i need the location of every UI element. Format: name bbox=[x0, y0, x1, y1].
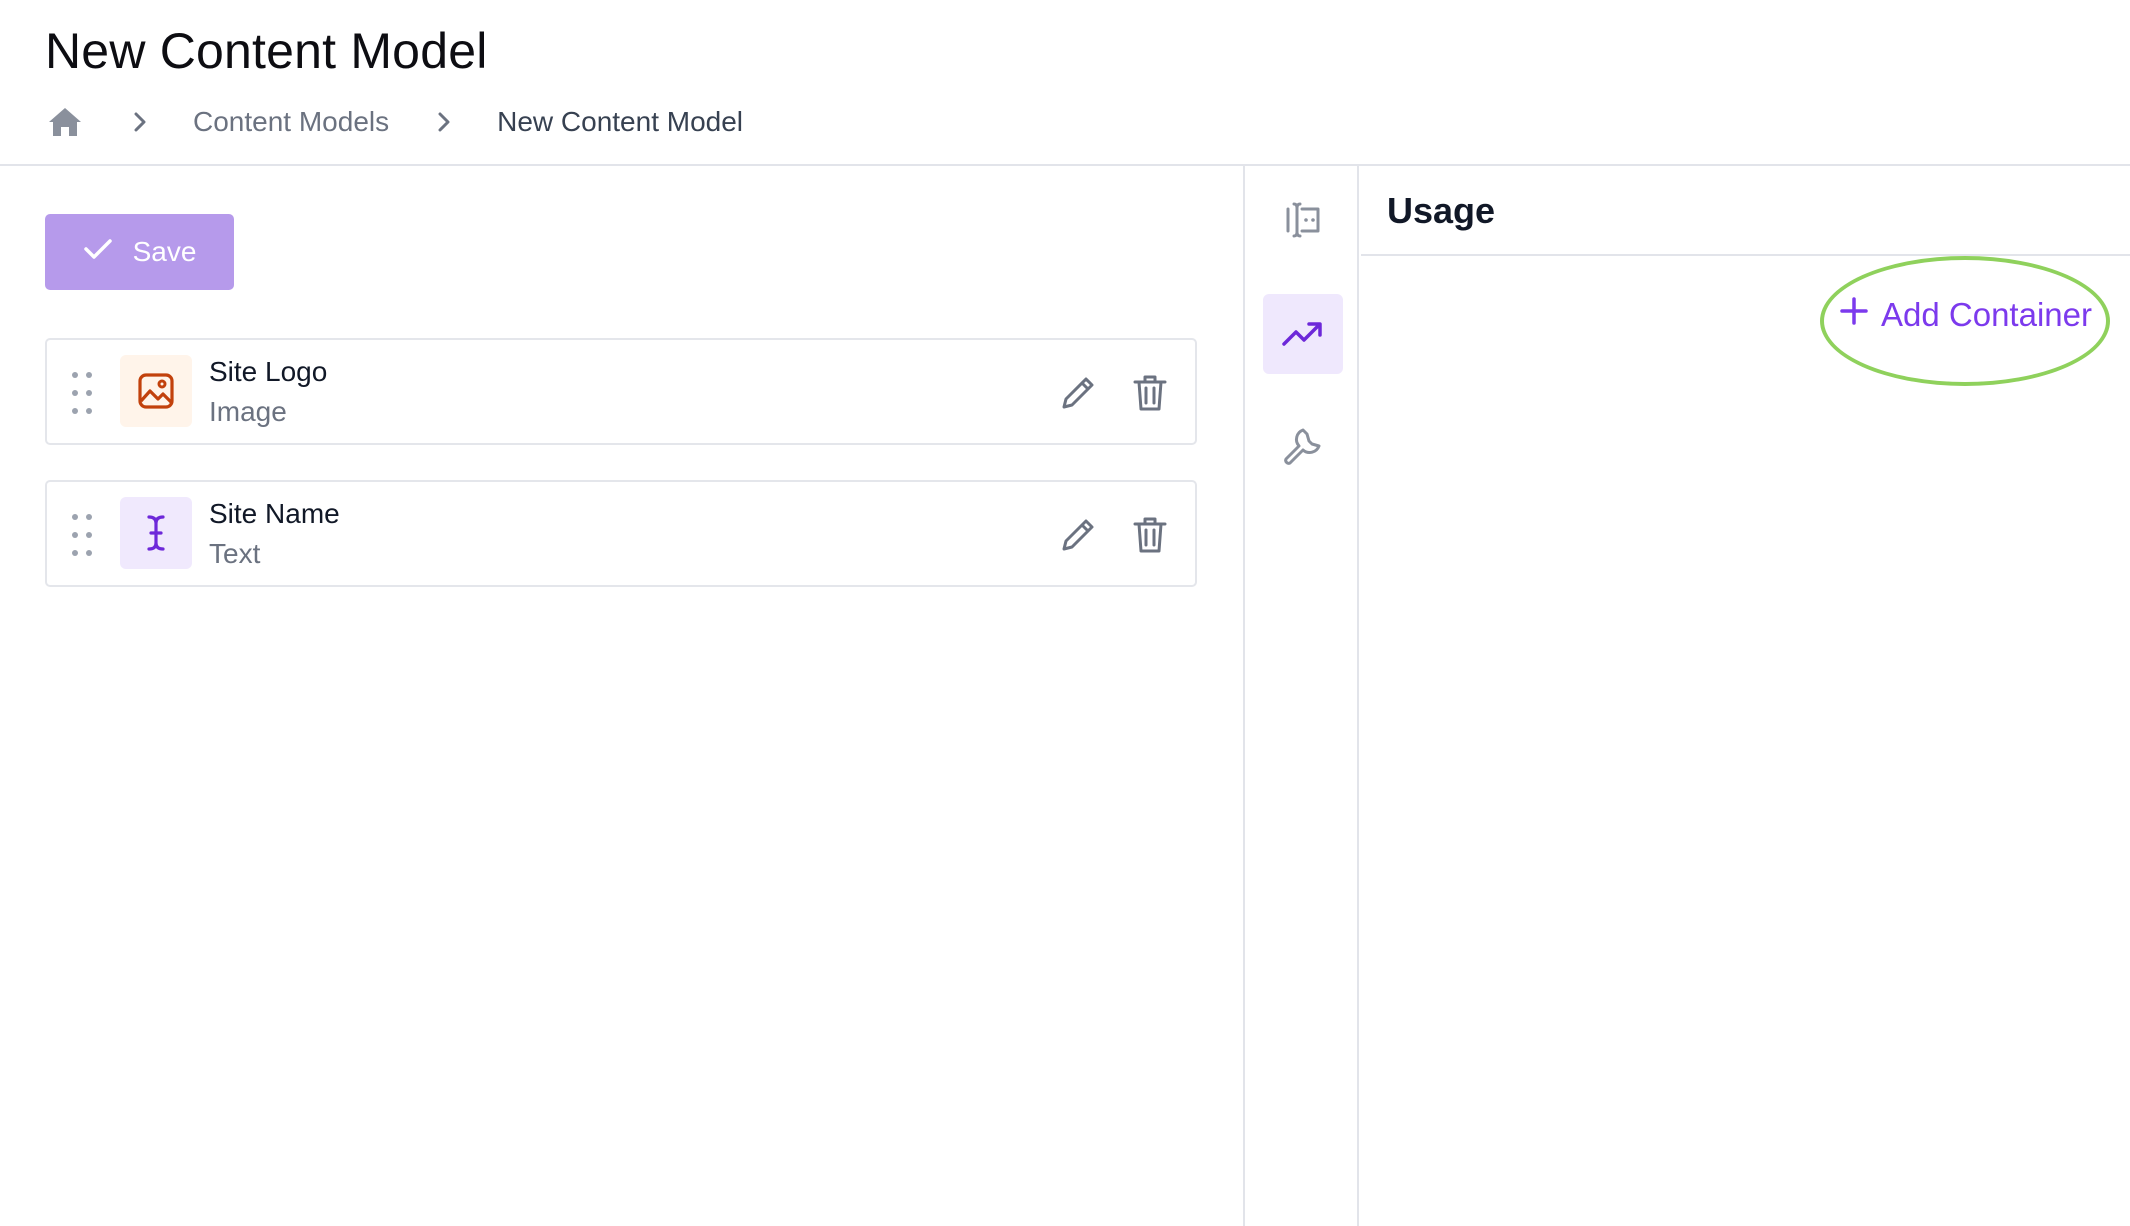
field-name: Site Logo bbox=[209, 356, 328, 387]
chevron-right-icon bbox=[429, 107, 459, 137]
pencil-icon[interactable] bbox=[1058, 373, 1098, 413]
check-icon bbox=[83, 236, 113, 268]
pencil-icon[interactable] bbox=[1058, 515, 1098, 555]
field-type: Text bbox=[209, 538, 261, 569]
text-cursor-icon bbox=[120, 497, 192, 569]
panel-title: Usage bbox=[1387, 190, 1496, 231]
chevron-right-icon bbox=[125, 107, 155, 137]
field-row-site-logo: Site Logo Image bbox=[45, 338, 1197, 445]
wrench-icon[interactable] bbox=[1263, 406, 1343, 486]
breadcrumb-item-content-models[interactable]: Content Models bbox=[193, 106, 389, 138]
page-header: New Content Model Content Models New Con… bbox=[0, 0, 2130, 166]
breadcrumb: Content Models New Content Model bbox=[45, 100, 743, 144]
usage-panel: Usage Add Container bbox=[1361, 166, 2130, 1226]
add-container-button[interactable]: Add Container bbox=[1839, 290, 2092, 340]
save-button[interactable]: Save bbox=[45, 214, 234, 290]
save-button-label: Save bbox=[132, 236, 197, 267]
drag-handle-icon[interactable] bbox=[71, 370, 93, 416]
fields-pane: Save Site Logo Image Site Name Text bbox=[0, 166, 1245, 1226]
trash-icon[interactable] bbox=[1132, 515, 1168, 555]
image-icon bbox=[120, 355, 192, 427]
field-name: Site Name bbox=[209, 498, 340, 529]
trash-icon[interactable] bbox=[1132, 373, 1168, 413]
breadcrumb-item-current: New Content Model bbox=[497, 106, 744, 137]
home-icon[interactable] bbox=[45, 102, 85, 142]
panel-header: Usage bbox=[1361, 166, 2130, 256]
field-type: Image bbox=[209, 396, 287, 427]
drag-handle-icon[interactable] bbox=[71, 512, 93, 558]
add-container-label: Add Container bbox=[1881, 296, 2092, 333]
sidebar-icon-rail bbox=[1247, 166, 1359, 1226]
page-title: New Content Model bbox=[45, 23, 488, 79]
trending-up-icon[interactable] bbox=[1263, 294, 1343, 374]
field-row-site-name: Site Name Text bbox=[45, 480, 1197, 587]
field-list-icon[interactable] bbox=[1263, 180, 1343, 260]
plus-icon bbox=[1839, 296, 1869, 334]
